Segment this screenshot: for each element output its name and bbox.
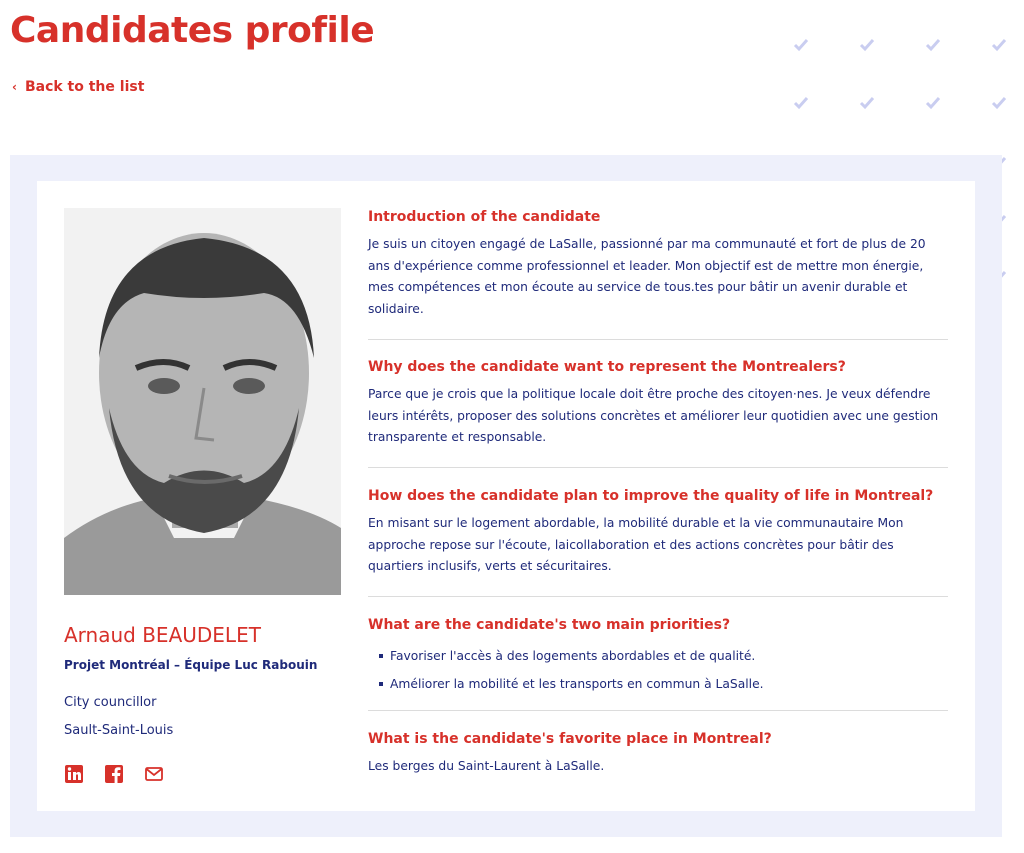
- check-icon: [925, 97, 941, 110]
- list-item: Améliorer la mobilité et les transports …: [368, 670, 948, 698]
- candidate-name: Arnaud BEAUDELET: [64, 623, 261, 647]
- check-icon: [859, 39, 875, 52]
- email-icon[interactable]: [144, 764, 164, 784]
- candidate-party: Projet Montréal – Équipe Luc Rabouin: [64, 658, 318, 672]
- qa-section-favorite-place: What is the candidate's favorite place i…: [368, 731, 948, 778]
- chevron-left-icon: ‹: [12, 80, 17, 94]
- section-divider: [368, 596, 948, 597]
- candidate-district: Sault-Saint-Louis: [64, 723, 174, 738]
- back-to-list-link[interactable]: ‹ Back to the list: [12, 79, 144, 95]
- qa-answer: En misant sur le logement abordable, la …: [368, 516, 904, 573]
- qa-answer: Parce que je crois que la politique loca…: [368, 387, 939, 444]
- candidate-photo: [64, 208, 341, 595]
- section-divider: [368, 467, 948, 468]
- check-icon: [793, 39, 809, 52]
- priorities-list: Favoriser l'accès à des logements aborda…: [368, 642, 948, 698]
- qa-question: What are the candidate's two main priori…: [368, 617, 731, 633]
- qa-section-priorities: What are the candidate's two main priori…: [368, 617, 948, 698]
- qa-section-intro: Introduction of the candidate Je suis un…: [368, 209, 948, 320]
- section-divider: [368, 339, 948, 340]
- back-link-label: Back to the list: [24, 79, 145, 95]
- check-icon: [793, 97, 809, 110]
- candidate-role: City councillor: [64, 695, 157, 710]
- linkedin-icon[interactable]: [64, 764, 84, 784]
- qa-answer: Je suis un citoyen engagé de LaSalle, pa…: [368, 237, 926, 316]
- section-divider: [368, 710, 948, 711]
- check-icon: [991, 97, 1007, 110]
- social-links: [64, 764, 164, 784]
- candidate-portrait-image: [64, 208, 341, 595]
- check-icon: [991, 39, 1007, 52]
- qa-question: Introduction of the candidate: [368, 209, 601, 225]
- qa-question: Why does the candidate want to represent…: [368, 359, 846, 375]
- check-icon: [859, 97, 875, 110]
- page-title: Candidates profile: [10, 10, 375, 51]
- list-item: Favoriser l'accès à des logements aborda…: [368, 642, 948, 670]
- qa-section-quality-of-life: How does the candidate plan to improve t…: [368, 488, 948, 578]
- facebook-icon[interactable]: [104, 764, 124, 784]
- qa-answer: Les berges du Saint-Laurent à LaSalle.: [368, 759, 605, 773]
- qa-question: What is the candidate's favorite place i…: [368, 731, 772, 747]
- qa-question: How does the candidate plan to improve t…: [368, 488, 934, 504]
- check-icon: [925, 39, 941, 52]
- qa-section-motivation: Why does the candidate want to represent…: [368, 359, 948, 449]
